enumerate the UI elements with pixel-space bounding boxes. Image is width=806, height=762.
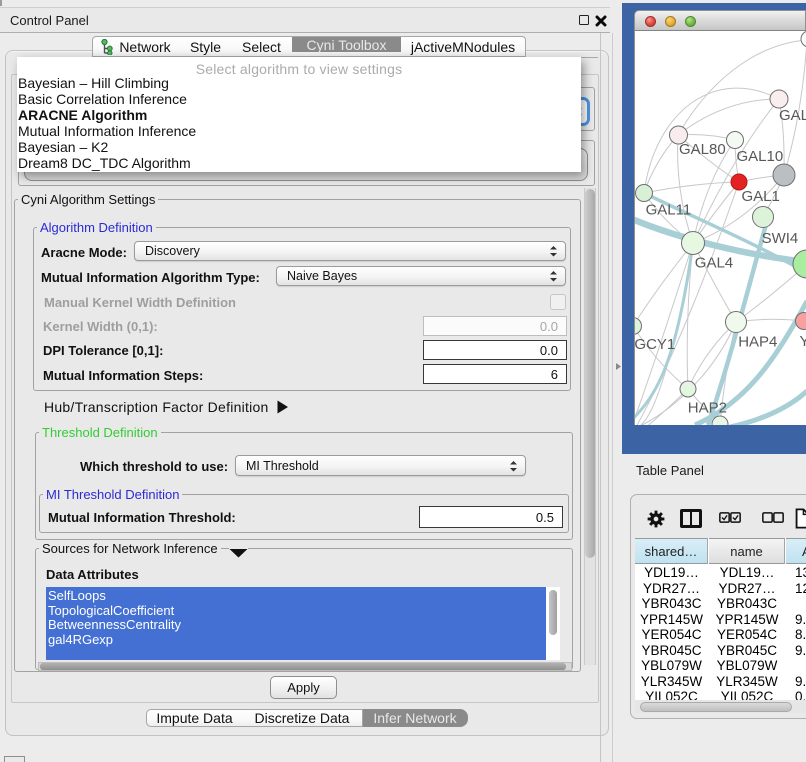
svg-text:GAL11: GAL11 <box>646 202 692 219</box>
svg-text:GAL80: GAL80 <box>679 141 726 158</box>
svg-text:Y: Y <box>800 333 806 350</box>
svg-text:SWI4: SWI4 <box>762 230 799 247</box>
svg-text:GAL10: GAL10 <box>737 148 784 165</box>
svg-text:GAL7: GAL7 <box>779 107 806 124</box>
svg-text:GCY1: GCY1 <box>635 336 675 353</box>
svg-text:GAL4: GAL4 <box>695 255 733 272</box>
svg-text:GAL1: GAL1 <box>742 188 780 205</box>
svg-text:HAP2: HAP2 <box>688 400 727 417</box>
svg-text:HAP4: HAP4 <box>738 334 777 351</box>
